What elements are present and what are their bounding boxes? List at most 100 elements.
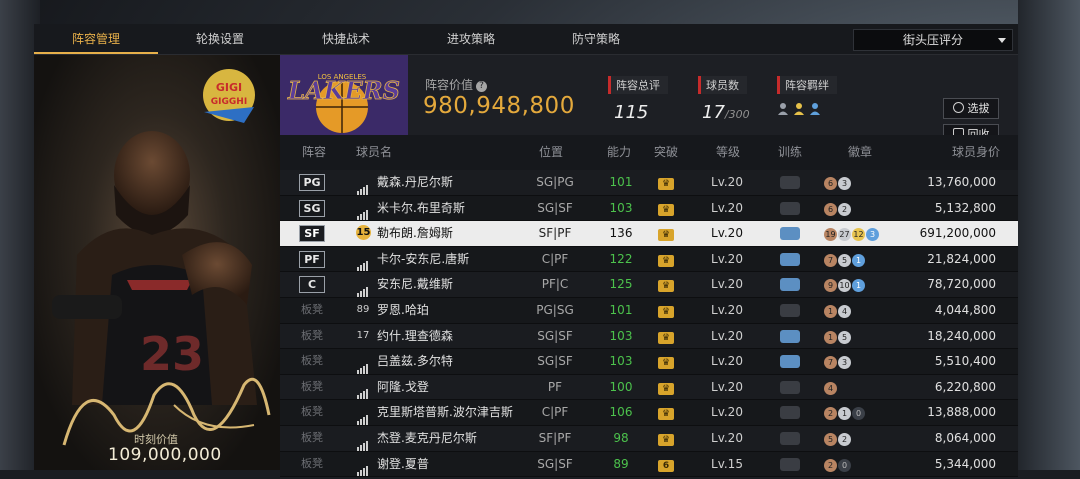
player-value: 691,200,000 <box>919 226 996 241</box>
table-row[interactable]: 板凳 17 约什.理查德森 SG|SF 103 ♛ Lv.20 1 5 18,240,000 <box>280 323 1018 350</box>
player-position: SG|SF <box>537 354 573 369</box>
team-header: LOS ANGELES LAKERS 阵容价值? 980,948,800 阵容总… <box>280 55 1018 145</box>
badge-count: 1 <box>852 279 865 293</box>
training-icon[interactable] <box>760 426 820 451</box>
training-icon[interactable] <box>760 221 820 246</box>
breakthrough-icon[interactable]: ♛ <box>636 170 696 195</box>
bond-label: 阵容羁绊 <box>777 76 837 94</box>
table-row[interactable]: 板凳 谢登.夏普 SG|SF 89 6 Lv.15 2 0 5,344,000 <box>280 451 1018 478</box>
training-icon[interactable] <box>760 452 820 477</box>
player-level: Lv.20 <box>711 175 743 189</box>
signal-icon <box>356 196 370 221</box>
table-row[interactable]: 板凳 阿隆.戈登 PF 100 ♛ Lv.20 4 6,220,800 <box>280 374 1018 401</box>
table-row[interactable]: 板凳 吕盖兹.多尔特 SG|SF 103 ♛ Lv.20 7 3 5,510,400 <box>280 349 1018 375</box>
player-value: 18,240,000 <box>927 328 996 343</box>
team-value: 980,948,800 <box>423 93 575 119</box>
player-position: SG|SF <box>537 456 573 471</box>
overall-value: 115 <box>614 102 649 123</box>
tab-defense[interactable]: 防守策略 <box>534 24 658 54</box>
training-icon[interactable] <box>760 298 820 323</box>
badge-list[interactable]: 73 <box>822 349 904 374</box>
badge-list[interactable]: 4 <box>822 375 904 400</box>
badge-list[interactable]: 19 27 12 3 <box>822 221 904 246</box>
table-row[interactable]: 板凳 克里斯塔普斯.波尔津吉斯 C|PF 106 ♛ Lv.20 2 1 0 13,888,000 <box>280 400 1018 426</box>
table-row[interactable]: 板凳 89 罗恩.哈珀 PG|SG 101 ♛ Lv.20 1 4 4,044,800 <box>280 297 1018 324</box>
badge-count: 12 <box>852 228 865 242</box>
card-value: 109,000,000 <box>108 445 222 465</box>
badge-count: 27 <box>838 228 851 242</box>
player-level: Lv.15 <box>711 456 743 471</box>
badge-count: 7 <box>824 356 837 370</box>
training-icon[interactable] <box>760 196 820 221</box>
breakthrough-icon[interactable]: ♛ <box>636 400 696 425</box>
badge-list[interactable]: 62 <box>822 196 904 221</box>
select-button[interactable]: 选拔 <box>943 98 999 119</box>
badge-count: 5 <box>838 253 851 267</box>
player-value: 78,720,000 <box>927 277 996 292</box>
breakthrough-icon[interactable]: ♛ <box>636 324 696 349</box>
training-icon[interactable] <box>760 349 820 374</box>
slot-label: 板凳 <box>301 302 323 316</box>
table-row[interactable]: SG 米卡尔.布里奇斯 SG|SF 103 ♛ Lv.20 6 2 5,132,800 <box>280 195 1018 222</box>
badge-list[interactable]: 20 <box>822 452 904 477</box>
mode-dropdown[interactable]: 街头压评分 <box>853 29 1013 51</box>
tab-offense[interactable]: 进攻策略 <box>409 24 533 54</box>
col-training: 训练 <box>778 145 803 159</box>
table-row[interactable]: C 安东尼.戴维斯 PF|C 125 ♛ Lv.20 9 10 1 78,720,000 <box>280 272 1018 298</box>
signal-icon <box>356 272 370 297</box>
col-break: 突破 <box>654 145 679 159</box>
badge-list[interactable]: 52 <box>822 426 904 451</box>
jersey-number: 89 <box>356 303 370 315</box>
badge-count: 2 <box>838 202 851 216</box>
signal-icon <box>356 349 370 374</box>
breakthrough-icon[interactable]: ♛ <box>636 272 696 297</box>
table-row[interactable]: PG 戴森.丹尼尔斯 SG|PG 101 ♛ Lv.20 6 3 13,760,000 <box>280 170 1018 196</box>
breakthrough-icon[interactable]: ♛ <box>636 375 696 400</box>
badge-list[interactable]: 14 <box>822 298 904 323</box>
col-value: 球员身价 <box>952 145 1001 159</box>
player-name: 吕盖兹.多尔特 <box>377 354 453 369</box>
player-name: 谢登.夏普 <box>377 456 429 471</box>
badge-list[interactable]: 15 <box>822 324 904 349</box>
roster-table: 阵容 球员名 位置 能力 突破 等级 训练 徽章 球员身价 PG 戴森.丹尼尔斯 S… <box>280 135 1018 478</box>
tab-quick-tactics[interactable]: 快捷战术 <box>284 24 408 54</box>
svg-text:GIGGHI: GIGGHI <box>211 97 247 107</box>
badge-list[interactable]: 210 <box>822 400 904 425</box>
training-icon[interactable] <box>760 375 820 400</box>
slot-badge: C <box>298 272 326 297</box>
training-icon[interactable] <box>760 324 820 349</box>
breakthrough-icon[interactable]: ♛ <box>636 221 696 246</box>
badge-list[interactable]: 63 <box>822 170 904 195</box>
breakthrough-icon[interactable]: ♛ <box>636 426 696 451</box>
bond-icons[interactable] <box>777 101 837 121</box>
player-value: 6,220,800 <box>934 379 996 394</box>
team-value-label: 阵容价值? <box>425 76 488 93</box>
help-icon[interactable]: ? <box>476 81 488 92</box>
player-level: Lv.20 <box>711 430 743 445</box>
tab-roster[interactable]: 阵容管理 <box>34 24 158 54</box>
breakthrough-icon[interactable]: ♛ <box>636 196 696 221</box>
player-name: 杰登.麦克丹尼尔斯 <box>377 430 477 445</box>
table-row[interactable]: SF 15 勒布朗.詹姆斯 SF|PF 136 ♛ Lv.20 19 27 12 3 691,200,… <box>280 221 1018 247</box>
player-value: 4,044,800 <box>934 302 996 317</box>
breakthrough-icon[interactable]: ♛ <box>636 298 696 323</box>
training-icon[interactable] <box>760 272 820 297</box>
player-card[interactable]: 23 GIGI GIGGHI 时刻价值 109,000,000 <box>34 55 280 470</box>
badge-count: 5 <box>838 330 851 344</box>
background-right-edge <box>1018 0 1080 470</box>
training-icon[interactable] <box>760 170 820 195</box>
breakthrough-icon[interactable]: ♛ <box>636 247 696 272</box>
table-row[interactable]: 板凳 杰登.麦克丹尼尔斯 SF|PF 98 ♛ Lv.20 5 2 8,064,000 <box>280 425 1018 452</box>
training-icon[interactable] <box>760 247 820 272</box>
breakthrough-icon[interactable]: 6 <box>636 452 696 477</box>
badge-count: 19 <box>824 228 837 242</box>
breakthrough-icon[interactable]: ♛ <box>636 349 696 374</box>
player-count-value: 17/300 <box>702 102 750 123</box>
badge-count: 4 <box>824 381 837 395</box>
badge-list[interactable]: 751 <box>822 247 904 272</box>
table-row[interactable]: PF 卡尔-安东尼.唐斯 C|PF 122 ♛ Lv.20 7 5 1 21,824,000 <box>280 246 1018 273</box>
refresh-icon <box>952 102 964 113</box>
training-icon[interactable] <box>760 400 820 425</box>
tab-rotation[interactable]: 轮换设置 <box>158 24 282 54</box>
badge-list[interactable]: 9 10 1 <box>822 272 904 297</box>
